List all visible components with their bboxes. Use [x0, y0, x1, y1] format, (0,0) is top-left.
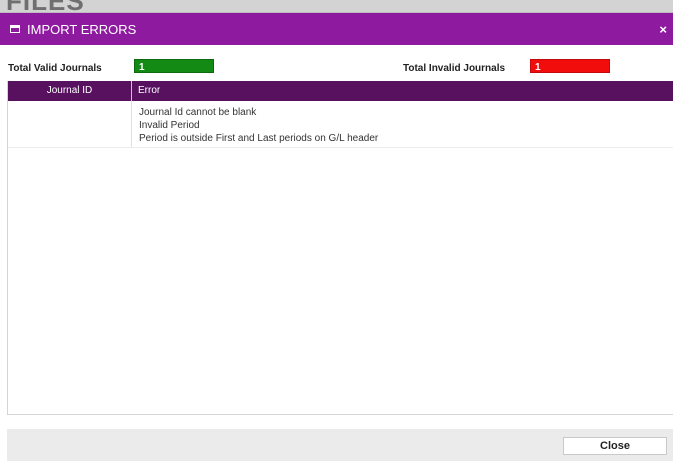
total-valid-journals-label: Total Valid Journals — [8, 63, 102, 74]
close-button[interactable]: Close — [563, 437, 667, 455]
close-icon[interactable]: × — [659, 22, 667, 37]
error-message: Journal Id cannot be blank — [139, 107, 257, 118]
import-errors-grid[interactable]: Journal ID Error Journal Id cannot be bl… — [7, 81, 673, 415]
total-valid-journals-value: 1 — [134, 59, 214, 73]
column-header-error[interactable]: Error — [132, 81, 673, 101]
window-icon — [10, 25, 20, 33]
total-invalid-journals-label: Total Invalid Journals — [403, 63, 506, 74]
error-cell: Journal Id cannot be blank Invalid Perio… — [132, 101, 673, 147]
error-message: Period is outside First and Last periods… — [139, 133, 379, 144]
total-invalid-journals-value: 1 — [530, 59, 610, 73]
dialog-footer: Close — [7, 429, 673, 461]
table-row[interactable]: Journal Id cannot be blank Invalid Perio… — [8, 101, 673, 148]
totals-summary: Total Valid Journals 1 Total Invalid Jou… — [0, 45, 673, 85]
dialog-title: IMPORT ERRORS — [27, 21, 137, 37]
grid-header: Journal ID Error — [8, 81, 673, 101]
column-header-journal-id[interactable]: Journal ID — [8, 81, 132, 101]
dialog-titlebar[interactable]: IMPORT ERRORS × — [0, 13, 673, 45]
journal-id-cell — [8, 101, 132, 147]
error-message: Invalid Period — [139, 120, 200, 131]
